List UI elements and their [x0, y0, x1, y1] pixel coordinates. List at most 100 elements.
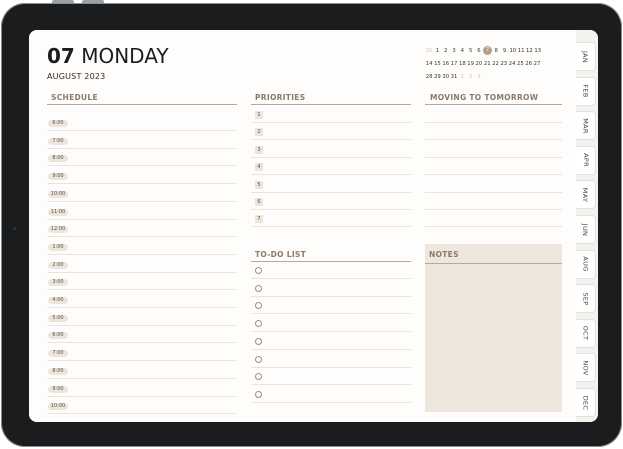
todo-checkbox[interactable]: [255, 302, 262, 310]
schedule-row-line[interactable]: [47, 360, 237, 362]
mini-calendar-day[interactable]: 9: [500, 48, 508, 54]
todo-row-line[interactable]: [251, 401, 411, 403]
todo-row-line[interactable]: [251, 348, 411, 350]
month-tab-aug[interactable]: AUG: [576, 249, 596, 279]
daily-page: 07 MONDAY AUGUST 2023 31 1 2 3 4 5 6 7 8 9 10 11 12 1…: [29, 30, 576, 422]
schedule-row-line[interactable]: [47, 147, 237, 149]
priority-row-line[interactable]: [251, 174, 411, 176]
mini-calendar-day[interactable]: 19: [466, 61, 474, 67]
mini-calendar-day[interactable]: 4: [458, 48, 466, 54]
todo-row-line[interactable]: [251, 384, 411, 386]
schedule-row-line[interactable]: [47, 130, 237, 131]
schedule-row-line[interactable]: [47, 413, 237, 415]
schedule-row-line[interactable]: [47, 165, 237, 167]
month-tab-mar[interactable]: MAR: [576, 111, 596, 141]
schedule-row-line[interactable]: [47, 377, 237, 379]
priority-row-line[interactable]: [251, 139, 411, 141]
schedule-time: 7:00: [48, 350, 68, 358]
month-tab-nov[interactable]: NOV: [576, 353, 596, 383]
mini-calendar-day[interactable]: 2: [442, 48, 450, 54]
mini-calendar-day[interactable]: 29: [433, 74, 441, 80]
todo-row-line[interactable]: [251, 331, 411, 333]
todo-checkbox[interactable]: [255, 267, 262, 274]
moving-row-line[interactable]: [425, 156, 562, 158]
todo-checkbox[interactable]: [255, 373, 262, 381]
mini-calendar-day[interactable]: 28: [425, 74, 433, 80]
schedule-row-line[interactable]: [47, 200, 237, 202]
mini-calendar-day-selected[interactable]: 7: [483, 46, 493, 55]
schedule-row-line[interactable]: [47, 218, 237, 220]
mini-calendar-day[interactable]: 8: [492, 48, 500, 54]
moving-header: MOVING TO TOMORROW: [430, 93, 539, 102]
mini-calendar-day[interactable]: 3: [475, 74, 483, 80]
schedule-row-line[interactable]: [47, 253, 237, 255]
month-tab-jun[interactable]: JUN: [576, 215, 596, 244]
todo-checkbox[interactable]: [255, 284, 262, 292]
priority-row-line[interactable]: [251, 209, 411, 210]
mini-calendar-day[interactable]: 24: [508, 61, 516, 67]
mini-calendar-day[interactable]: 18: [458, 61, 466, 67]
tablet-frame: 07 MONDAY AUGUST 2023 31 1 2 3 4 5 6 7 8 9 10 11 12 1…: [1, 3, 622, 447]
mini-calendar-day[interactable]: 6: [475, 48, 483, 54]
moving-row-line[interactable]: [425, 122, 562, 123]
planner-screen: 07 MONDAY AUGUST 2023 31 1 2 3 4 5 6 7 8 9 10 11 12 1…: [29, 30, 598, 422]
todo-checkbox[interactable]: [255, 320, 262, 328]
mini-calendar-day[interactable]: 21: [483, 61, 491, 67]
todo-checkbox[interactable]: [255, 355, 262, 363]
month-tab-oct[interactable]: OCT: [576, 318, 596, 348]
schedule-row-line[interactable]: [47, 183, 237, 185]
mini-calendar-day[interactable]: 17: [450, 61, 458, 67]
month-tab-may[interactable]: MAY: [576, 180, 596, 210]
mini-calendar-day[interactable]: 11: [517, 48, 525, 54]
schedule-row-line[interactable]: [47, 324, 237, 326]
priority-row-line[interactable]: [251, 156, 411, 158]
priority-row-line[interactable]: [251, 191, 411, 193]
schedule-time: 10:00: [48, 403, 68, 411]
mini-calendar-day[interactable]: 13: [534, 48, 542, 54]
mini-calendar-day[interactable]: 31: [425, 48, 433, 54]
notes-area[interactable]: NOTES: [425, 244, 562, 412]
mini-calendar-day[interactable]: 16: [442, 61, 450, 67]
month-tab-feb[interactable]: FEB: [576, 76, 596, 106]
todo-row-line[interactable]: [251, 366, 411, 368]
mini-calendar-day[interactable]: 22: [491, 61, 499, 67]
mini-calendar-day[interactable]: 1: [458, 74, 466, 80]
mini-calendar-day[interactable]: 5: [466, 48, 474, 54]
schedule-row-line[interactable]: [47, 307, 237, 308]
mini-calendar-day[interactable]: 25: [516, 61, 524, 67]
mini-calendar-day[interactable]: 3: [450, 48, 458, 54]
todo-row-line[interactable]: [251, 313, 411, 315]
moving-row-line[interactable]: [425, 209, 562, 210]
month-tab-apr[interactable]: APR: [576, 145, 596, 175]
schedule-row-line[interactable]: [47, 342, 237, 344]
schedule-row-line[interactable]: [47, 395, 237, 397]
mini-calendar-day[interactable]: 30: [442, 74, 450, 80]
mini-calendar-day[interactable]: 27: [533, 61, 541, 67]
mini-calendar-day[interactable]: 26: [525, 61, 533, 67]
mini-calendar-day[interactable]: 10: [509, 48, 517, 54]
todo-checkbox[interactable]: [255, 337, 262, 345]
priority-row-line[interactable]: [251, 226, 411, 228]
moving-row-line[interactable]: [425, 226, 562, 228]
mini-calendar-day[interactable]: 31: [450, 74, 458, 80]
priority-row-line[interactable]: [251, 122, 411, 123]
mini-calendar-day[interactable]: 20: [475, 61, 483, 67]
todo-checkbox[interactable]: [255, 390, 262, 398]
schedule-row-line[interactable]: [47, 289, 237, 291]
mini-calendar-day[interactable]: 1: [433, 48, 441, 54]
todo-row-line[interactable]: [251, 295, 411, 297]
mini-calendar-day[interactable]: 2: [466, 74, 474, 80]
month-tab-dec[interactable]: DEC: [576, 388, 596, 417]
mini-calendar-day[interactable]: 15: [433, 61, 441, 67]
schedule-row-line[interactable]: [47, 271, 237, 273]
moving-row-line[interactable]: [425, 174, 562, 176]
mini-calendar-day[interactable]: 23: [500, 61, 508, 67]
month-tab-jan[interactable]: JAN: [576, 42, 596, 71]
moving-row-line[interactable]: [425, 191, 562, 193]
schedule-row-line[interactable]: [47, 236, 237, 238]
mini-calendar-day[interactable]: 14: [425, 61, 433, 67]
mini-calendar-day[interactable]: 12: [525, 48, 533, 54]
todo-row-line[interactable]: [251, 278, 411, 279]
moving-row-line[interactable]: [425, 139, 562, 141]
month-tab-sep[interactable]: SEP: [576, 284, 596, 314]
